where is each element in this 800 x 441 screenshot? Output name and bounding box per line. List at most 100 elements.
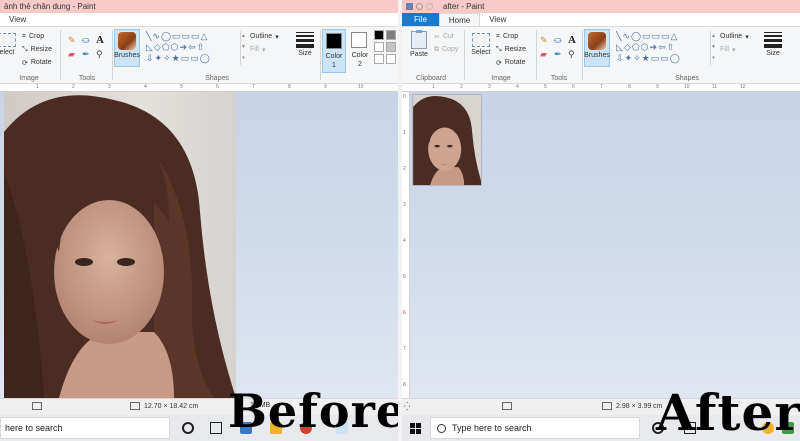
- title-bar: ảnh thẻ chân dung - Paint: [0, 0, 398, 13]
- pencil-icon[interactable]: ✎: [68, 35, 76, 46]
- crop-button[interactable]: ⌗ Crop: [22, 31, 44, 42]
- shapes-gallery[interactable]: ╲∿◯▭▭▭△ ◺◇⬠⬡➔⇦⇧ ⇩✦✧★▭▭◯: [616, 31, 708, 65]
- rotate-icon: ⟳: [496, 59, 502, 67]
- tab-home[interactable]: Home: [438, 13, 481, 26]
- title-bar: after - Paint: [402, 0, 800, 13]
- search-icon: [437, 423, 446, 433]
- windows-start-icon[interactable]: [410, 423, 421, 434]
- shapes-group: ╲∿◯▭▭▭△ ◺◇⬠⬡➔⇦⇧ ⇩✦✧★▭▭◯ ▲ ▼ ▾ Outline ▾ Fil…: [146, 27, 288, 85]
- rotate-button[interactable]: ⟳ Rotate: [22, 57, 52, 68]
- window-title: after - Paint: [443, 2, 485, 11]
- group-divider: [464, 30, 465, 80]
- copy-icon: ⧉: [434, 45, 439, 53]
- shapes-group: ╲∿◯▭▭▭△ ◺◇⬠⬡➔⇦⇧ ⇩✦✧★▭▭◯ ▲ ▼ ▾ Outline ▾ Fil…: [616, 27, 758, 85]
- canvas-area[interactable]: [0, 92, 398, 398]
- undo-icon[interactable]: [416, 3, 423, 10]
- shapes-gallery[interactable]: ╲∿◯▭▭▭△ ◺◇⬠⬡➔⇦⇧ ⇩✦✧★▭▭◯: [146, 31, 238, 65]
- color-palette[interactable]: [374, 30, 396, 64]
- magnifier-icon[interactable]: ⚲: [568, 49, 575, 60]
- crop-icon: ⌗: [22, 32, 26, 40]
- image-group: elect ⌗ Crop ⤡ Resize ⟳ Rotate Image: [0, 27, 58, 85]
- color-1-button[interactable]: Color 1: [322, 29, 346, 73]
- group-label-clipboard: Clipboard: [416, 75, 446, 82]
- brushes-icon: [588, 32, 606, 50]
- eraser-icon[interactable]: ▰: [540, 49, 547, 60]
- magnifier-icon[interactable]: ⚲: [96, 49, 103, 60]
- group-divider: [320, 30, 321, 80]
- shapes-scroll[interactable]: ▲ ▼ ▾: [710, 31, 716, 65]
- horizontal-ruler: 1 2 3 4 5 6 7 8 9 10: [0, 84, 398, 92]
- size-icon: [296, 32, 314, 48]
- taskbar-search[interactable]: here to search: [0, 417, 170, 439]
- after-paint-window: after - Paint File Home View Paste ✂ Cut …: [402, 0, 800, 441]
- clipboard-group: Paste ✂ Cut ⧉ Copy Clipboard: [402, 27, 460, 85]
- tab-file[interactable]: File: [402, 13, 439, 26]
- fill-dropdown[interactable]: Fill ▾: [720, 44, 735, 55]
- color-1-swatch: [326, 33, 342, 49]
- crop-button[interactable]: ⌗ Crop: [496, 31, 518, 42]
- task-view-icon[interactable]: [210, 422, 222, 434]
- window-title: ảnh thẻ chân dung - Paint: [4, 2, 96, 11]
- before-caption: Before: [228, 384, 398, 438]
- group-divider: [112, 30, 113, 80]
- image-size-icon: [602, 402, 612, 410]
- save-icon[interactable]: [406, 3, 413, 10]
- select-button[interactable]: elect: [0, 29, 20, 67]
- search-placeholder: Type here to search: [452, 423, 532, 433]
- chevron-down-icon: ▾: [731, 46, 736, 54]
- cut-icon: ✂: [434, 33, 440, 41]
- group-label-image: Image: [491, 75, 511, 82]
- outline-dropdown[interactable]: Outline ▾: [720, 31, 749, 42]
- shapes-scroll[interactable]: ▲ ▼ ▾: [240, 31, 246, 65]
- group-label-shapes: Shapes: [205, 75, 229, 82]
- ribbon-tabs: File Home View: [402, 13, 800, 26]
- cortana-icon[interactable]: [182, 422, 194, 434]
- brushes-button[interactable]: Brushes: [584, 29, 610, 67]
- color-2-button[interactable]: Color 2: [348, 29, 372, 73]
- tools-group: ✎ ⛀ A ▰ ✒ ⚲ Tools: [62, 27, 112, 85]
- color-picker-icon[interactable]: ✒: [82, 49, 90, 60]
- eraser-icon[interactable]: ▰: [68, 49, 75, 60]
- search-placeholder: here to search: [5, 423, 63, 433]
- paste-button[interactable]: Paste: [406, 29, 432, 67]
- ribbon: elect ⌗ Crop ⤡ Resize ⟳ Rotate Image ✎ ⛀ A …: [0, 26, 398, 84]
- text-icon[interactable]: A: [568, 34, 576, 46]
- rotate-icon: ⟳: [22, 59, 28, 67]
- canvas-area[interactable]: [410, 92, 800, 398]
- size-button[interactable]: Size: [760, 29, 786, 67]
- resize-button[interactable]: ⤡ Resize: [496, 44, 526, 55]
- brushes-button[interactable]: Brushes: [114, 29, 140, 67]
- redo-icon[interactable]: [426, 3, 433, 10]
- tab-view[interactable]: View: [0, 13, 35, 26]
- image-size-icon: [130, 402, 140, 410]
- portrait-image-large: [4, 92, 236, 398]
- rotate-button[interactable]: ⟳ Rotate: [496, 57, 526, 68]
- horizontal-ruler: 1 2 3 4 5 6 7 8 9 10 11 12: [402, 84, 800, 92]
- pencil-icon[interactable]: ✎: [540, 35, 548, 46]
- fill-dropdown[interactable]: Fill ▾: [250, 44, 265, 55]
- group-divider: [582, 30, 583, 80]
- fill-bucket-icon[interactable]: ⛀: [82, 35, 90, 46]
- size-button[interactable]: Size: [292, 29, 318, 67]
- portrait-image-small: [412, 94, 482, 186]
- color-picker-icon[interactable]: ✒: [554, 49, 562, 60]
- quick-access-toolbar: [406, 3, 433, 10]
- image-group: Select ⌗ Crop ⤡ Resize ⟳ Rotate Image: [466, 27, 536, 85]
- select-button[interactable]: Select: [468, 29, 494, 67]
- outline-dropdown[interactable]: Outline ▾: [250, 31, 279, 42]
- selection-size-icon: [32, 402, 42, 410]
- taskbar-search[interactable]: Type here to search: [430, 417, 640, 439]
- cut-button[interactable]: ✂ Cut: [434, 31, 454, 42]
- crop-icon: ⌗: [496, 32, 500, 40]
- group-label-shapes: Shapes: [675, 75, 699, 82]
- fill-bucket-icon[interactable]: ⛀: [554, 35, 562, 46]
- copy-button[interactable]: ⧉ Copy: [434, 44, 458, 55]
- before-paint-window: ảnh thẻ chân dung - Paint View elect ⌗ Cr…: [0, 0, 398, 441]
- group-label-image: Image: [19, 75, 39, 82]
- tab-view[interactable]: View: [480, 13, 515, 26]
- group-label-tools: Tools: [78, 75, 96, 82]
- chevron-down-icon: ▾: [745, 33, 749, 41]
- text-icon[interactable]: A: [96, 34, 104, 46]
- group-label-tools: Tools: [550, 75, 568, 82]
- resize-button[interactable]: ⤡ Resize: [22, 44, 52, 55]
